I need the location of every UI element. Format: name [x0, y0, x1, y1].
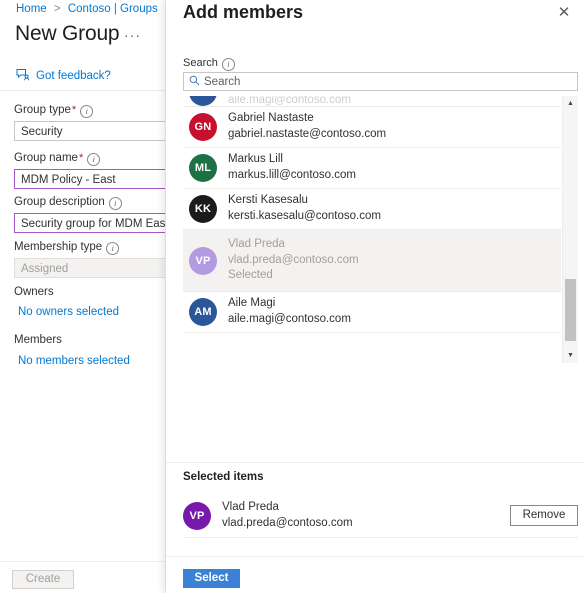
owners-picker-link[interactable]: No owners selected: [18, 306, 119, 318]
list-item-partial[interactable]: aile.magi@contoso.com: [183, 96, 561, 107]
avatar: VP: [183, 501, 211, 530]
breadcrumb-item-contoso-groups[interactable]: Contoso | Groups: [68, 3, 158, 15]
breadcrumb-separator: >: [53, 3, 61, 15]
avatar: GN: [189, 113, 217, 141]
list-item-email: aile.magi@contoso.com: [228, 96, 351, 106]
list-item-email: markus.lill@contoso.com: [228, 169, 356, 181]
field-group-type: Group type* i Security: [14, 104, 189, 141]
list-item-name: Markus Lill: [228, 153, 283, 166]
people-list: aile.magi@contoso.com GN Gabriel Nastast…: [183, 96, 578, 363]
members-picker-link[interactable]: No members selected: [18, 355, 130, 367]
field-group-name: Group name* i MDM Policy - East: [14, 152, 189, 189]
got-feedback-label: Got feedback?: [36, 70, 111, 82]
search-label: Search i: [183, 57, 235, 71]
avatar: VP: [189, 246, 217, 275]
people-list-viewport: aile.magi@contoso.com GN Gabriel Nastast…: [183, 96, 561, 363]
info-icon[interactable]: i: [80, 105, 94, 118]
more-options-icon[interactable]: ···: [124, 27, 141, 43]
group-description-input[interactable]: Security group for MDM East: [14, 213, 189, 233]
list-item-selected: VP Vlad Preda vlad.preda@contoso.com Sel…: [183, 230, 561, 292]
list-item-email: kersti.kasesalu@contoso.com: [228, 210, 381, 222]
search-input[interactable]: Search: [183, 72, 578, 91]
list-item[interactable]: ML Markus Lill markus.lill@contoso.com: [183, 148, 561, 189]
page-title: New Group: [15, 22, 120, 45]
blade-footer-divider: [0, 561, 180, 562]
avatar: KK: [189, 195, 217, 223]
selected-items-title: Selected items: [183, 471, 264, 483]
info-icon[interactable]: i: [87, 153, 101, 166]
search-icon: [189, 75, 200, 89]
panel-title: Add members: [183, 2, 304, 22]
members-label: Members: [14, 334, 62, 346]
create-button[interactable]: Create: [12, 570, 74, 589]
required-marker: *: [78, 152, 84, 164]
field-label-group-description: Group description i: [14, 196, 189, 210]
close-icon[interactable]: ✕: [553, 2, 575, 24]
list-item[interactable]: GN Gabriel Nastaste gabriel.nastaste@con…: [183, 107, 561, 148]
panel-footer-divider: [166, 556, 584, 557]
avatar: [189, 96, 217, 106]
required-marker: *: [71, 104, 77, 116]
remove-button[interactable]: Remove: [510, 505, 578, 526]
list-item-email: gabriel.nastaste@contoso.com: [228, 128, 387, 140]
list-item-state: Selected: [228, 269, 273, 282]
avatar: AM: [189, 298, 217, 326]
field-label-group-name: Group name* i: [14, 152, 189, 166]
list-item-email: vlad.preda@contoso.com: [228, 253, 359, 266]
got-feedback-button[interactable]: Got feedback?: [16, 68, 111, 84]
list-item-name: Aile Magi: [228, 297, 276, 310]
selected-item-email: vlad.preda@contoso.com: [222, 516, 353, 529]
scroll-down-icon[interactable]: ▼: [563, 348, 578, 363]
field-group-description: Group description i Security group for MD…: [14, 196, 189, 233]
avatar: ML: [189, 154, 217, 182]
list-item[interactable]: AM Aile Magi aile.magi@contoso.com: [183, 292, 561, 333]
scroll-up-icon[interactable]: ▲: [563, 96, 578, 111]
group-name-input[interactable]: MDM Policy - East: [14, 169, 189, 189]
scrollbar-thumb[interactable]: [565, 279, 576, 341]
selected-item-name: Vlad Preda: [222, 500, 279, 513]
selected-item-row: VP Vlad Preda vlad.preda@contoso.com Rem…: [183, 494, 578, 538]
group-type-select[interactable]: Security: [14, 121, 189, 141]
panel-section-divider: [166, 462, 584, 463]
info-icon[interactable]: i: [221, 58, 235, 71]
membership-type-select[interactable]: Assigned: [14, 258, 189, 278]
list-item-name: Gabriel Nastaste: [228, 112, 314, 125]
select-button[interactable]: Select: [183, 569, 240, 588]
owners-label: Owners: [14, 286, 54, 298]
list-scrollbar[interactable]: ▲ ▼: [562, 96, 578, 363]
breadcrumb-item-home[interactable]: Home: [16, 3, 47, 15]
list-item-name: Vlad Preda: [228, 238, 285, 251]
info-icon[interactable]: i: [108, 197, 122, 210]
field-label-group-type: Group type* i: [14, 104, 189, 118]
list-item-name: Kersti Kasesalu: [228, 194, 308, 207]
list-item-email: aile.magi@contoso.com: [228, 313, 351, 325]
list-item[interactable]: KK Kersti Kasesalu kersti.kasesalu@conto…: [183, 189, 561, 230]
field-label-membership-type: Membership type i: [14, 241, 189, 255]
info-icon[interactable]: i: [106, 242, 120, 255]
search-placeholder: Search: [204, 75, 241, 88]
feedback-icon: [16, 68, 30, 84]
add-members-panel: Add members ✕ Search i Search aile.magi@c…: [165, 0, 584, 593]
blade-divider: [0, 90, 180, 91]
field-membership-type: Membership type i Assigned: [14, 241, 189, 278]
